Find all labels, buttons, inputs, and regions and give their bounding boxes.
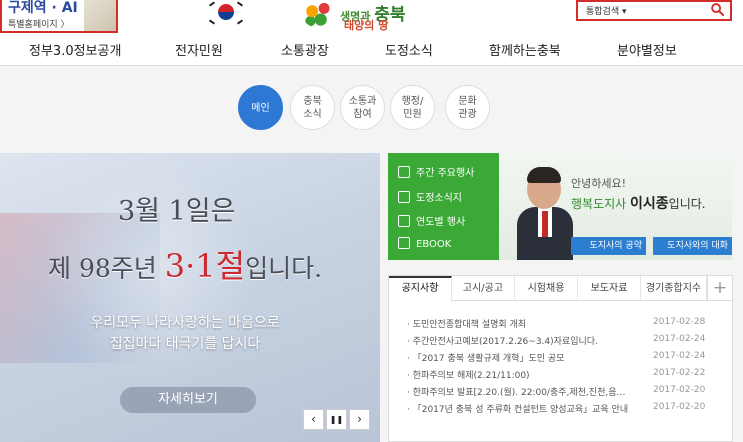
chungbuk-logo[interactable]: 생명과 충북 태양의 땅: [298, 0, 438, 32]
nav-item-communication[interactable]: 소통광장: [281, 40, 329, 59]
quick-menu-label: 관광: [458, 109, 477, 120]
shortcut-label: 연도별 행사: [416, 217, 466, 228]
shortcut-weekly-events[interactable]: 주간 주요행사: [398, 164, 474, 182]
pause-slide-button[interactable]: ❚❚: [326, 409, 347, 430]
calendar-grid-icon: [398, 215, 410, 227]
shortcut-yearly-events[interactable]: 연도별 행사: [398, 213, 465, 231]
governor-pledges-button[interactable]: 도지사의 공약: [571, 237, 646, 255]
quick-menu-participation[interactable]: 소통과 참여: [340, 85, 385, 130]
quick-menu-admin[interactable]: 행정/ 민원: [390, 85, 435, 130]
shortcut-label: 도정소식지: [416, 193, 462, 204]
list-item-date: 2017-02-28: [653, 317, 706, 327]
top-bar: 구제역 · AI 특별홈페이지 〉 생명과 충북 태양의 땅 통합검색 ▾: [0, 0, 743, 35]
quick-menu-label: 참여: [353, 109, 372, 120]
governor-photo: [517, 167, 573, 260]
list-item-title: · 「2017년 충북 성 주류화 컨설턴트 양성교육」교육 안내: [407, 405, 629, 415]
banner-image: [84, 0, 116, 31]
shortcut-ebook[interactable]: EBOOK: [398, 237, 451, 255]
logo-emblem-icon: [302, 0, 336, 28]
governor-title: 행복도지사: [571, 197, 631, 211]
view-more-button[interactable]: 자세히보기: [120, 387, 256, 413]
visual-subtext: 우리모두 나라사랑하는 마음으로 집집마다 태극기를 답시다: [65, 313, 305, 355]
main-visual-banner: 3월 1일은 제 98주년 3·1절입니다. 우리모두 나라사랑하는 마음으로 …: [0, 153, 380, 442]
board-tabs: 공지사항 고시/공고 시험채용 보도자료 경기종합지수 +: [389, 276, 732, 302]
quick-menu-culture[interactable]: 문화 관광: [445, 85, 490, 130]
governor-intro: 행복도지사 이시종입니다.: [571, 193, 706, 213]
quick-menu-label: 문화: [458, 96, 477, 107]
prev-slide-button[interactable]: ‹: [303, 409, 324, 430]
quick-menu-label: 소식: [303, 109, 322, 120]
headline-highlight: 3·1절: [164, 247, 246, 285]
tab-press[interactable]: 보도자료: [578, 276, 641, 301]
quick-menu-label: 메인: [251, 103, 270, 114]
search-icon[interactable]: [711, 3, 724, 16]
governor-panel: 안녕하세요! 행복도지사 이시종입니다. 도지사의 공약 도지사와의 대화: [499, 153, 732, 260]
book-icon: [398, 237, 410, 249]
list-item[interactable]: · 한파주의보 발표[2.20.(월). 22:00/충주,제천,진천,음… 20…: [407, 385, 727, 399]
tab-recruitment[interactable]: 시험채용: [515, 276, 578, 301]
nav-item-e-civil[interactable]: 전자민원: [175, 40, 223, 59]
nav-item-together[interactable]: 함께하는충북: [489, 40, 561, 59]
search-scope-label: 통합검색: [586, 7, 620, 17]
list-item-date: 2017-02-24: [653, 334, 706, 344]
quick-menu-label: 소통과: [348, 96, 377, 107]
governor-dialogue-button[interactable]: 도지사와의 대화: [653, 237, 732, 255]
nav-item-gov30[interactable]: 정부3.0정보공개: [29, 40, 121, 59]
list-item-title: · 한파주의보 해제(2.21/11:00): [407, 371, 530, 381]
list-item-title: · 한파주의보 발표[2.20.(월). 22:00/충주,제천,진천,음…: [407, 388, 626, 398]
search-box: 통합검색 ▾: [576, 0, 732, 21]
headline-post: 입니다.: [245, 254, 323, 283]
taegukgi-flag-icon: [206, 0, 246, 30]
search-scope-select[interactable]: 통합검색 ▾: [586, 4, 627, 17]
document-icon: [398, 191, 410, 203]
subtext-line-2: 집집마다 태극기를 답시다: [109, 336, 261, 352]
list-item-title: · 도민안전종합대책 설명회 개최: [407, 320, 527, 330]
list-item-date: 2017-02-24: [653, 351, 706, 361]
headline-pre: 제 98주년: [48, 254, 165, 283]
list-item-title: · 「2017 충북 생활규제 개혁」도민 공모: [407, 354, 565, 364]
shortcut-panel: 주간 주요행사 도정소식지 연도별 행사 EBOOK: [388, 153, 499, 260]
quick-menu-label: 충북: [303, 96, 322, 107]
subtext-line-1: 우리모두 나라사랑하는 마음으로: [90, 315, 280, 331]
tab-notices[interactable]: 공지사항: [389, 276, 452, 302]
list-item-date: 2017-02-20: [653, 385, 706, 395]
tab-economic-index[interactable]: 경기종합지수: [641, 276, 707, 301]
governor-suffix: 입니다.: [668, 197, 706, 211]
shortcut-label: 주간 주요행사: [416, 168, 475, 179]
list-item[interactable]: · 「2017 충북 생활규제 개혁」도민 공모 2017-02-24: [407, 351, 727, 365]
next-slide-button[interactable]: ›: [349, 409, 370, 430]
banner-title: 구제역 · AI: [8, 0, 78, 16]
notice-board: 공지사항 고시/공고 시험채용 보도자료 경기종합지수 + · 도민안전종합대책…: [388, 275, 733, 442]
list-item-date: 2017-02-20: [653, 402, 706, 412]
list-item-title: · 주간안전사고예보(2017.2.26~3.4)자료입니다.: [407, 337, 598, 347]
nav-item-news[interactable]: 도정소식: [385, 40, 433, 59]
main-navigation: 정부3.0정보공개 전자민원 소통광장 도정소식 함께하는충북 분야별정보: [0, 35, 743, 66]
quick-menu-main[interactable]: 메인: [238, 85, 283, 130]
governor-greeting: 안녕하세요!: [571, 177, 627, 190]
quick-menu-news[interactable]: 충북 소식: [290, 85, 335, 130]
fmd-ai-banner[interactable]: 구제역 · AI 특별홈페이지 〉: [0, 0, 118, 33]
nav-item-fields[interactable]: 분야별정보: [617, 40, 677, 59]
list-item[interactable]: · 한파주의보 해제(2.21/11:00) 2017-02-22: [407, 368, 727, 382]
quick-menu-label: 민원: [403, 109, 422, 120]
visual-heading: 3월 1일은: [118, 196, 236, 227]
governor-name: 이시종: [630, 196, 669, 212]
list-item-date: 2017-02-22: [653, 368, 706, 378]
calendar-icon: [398, 166, 410, 178]
list-item[interactable]: · 주간안전사고예보(2017.2.26~3.4)자료입니다. 2017-02-2…: [407, 334, 727, 348]
shortcut-label: EBOOK: [416, 239, 452, 250]
logo-text-3: 태양의 땅: [344, 19, 389, 32]
tab-announcements[interactable]: 고시/공고: [452, 276, 515, 301]
list-item[interactable]: · 도민안전종합대책 설명회 개최 2017-02-28: [407, 317, 727, 331]
more-plus-icon[interactable]: +: [707, 276, 732, 301]
visual-headline: 제 98주년 3·1절입니다.: [48, 241, 322, 287]
list-item[interactable]: · 「2017년 충북 성 주류화 컨설턴트 양성교육」교육 안내 2017-02…: [407, 402, 727, 416]
shortcut-newsletter[interactable]: 도정소식지: [398, 189, 462, 207]
quick-menu-label: 행정/: [401, 96, 424, 107]
banner-subtitle: 특별홈페이지 〉: [8, 20, 70, 30]
chevron-down-icon: ▾: [622, 7, 627, 17]
